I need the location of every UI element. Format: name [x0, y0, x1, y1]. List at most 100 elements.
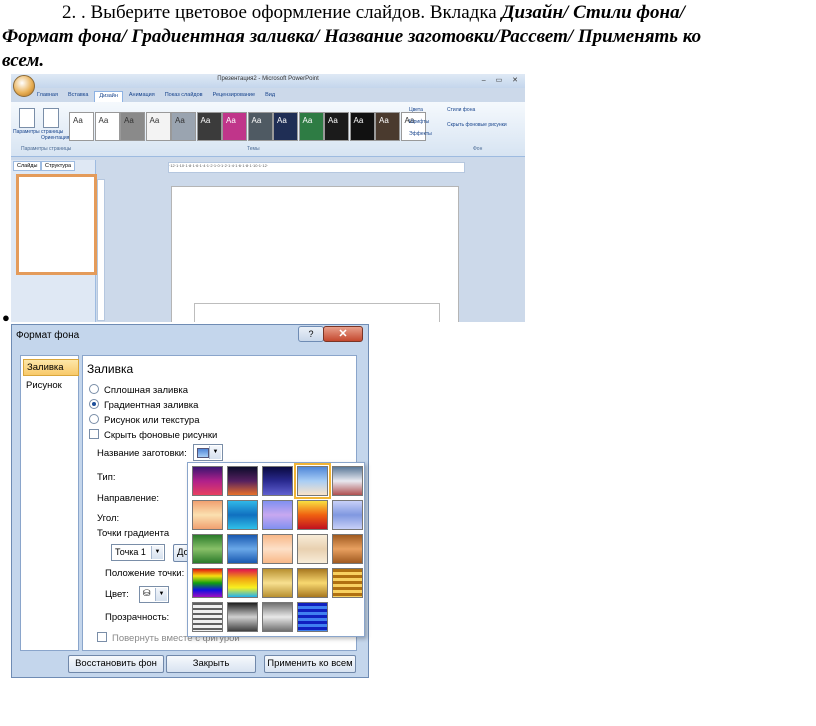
window-buttons[interactable]: – ▭ ✕ — [482, 76, 522, 84]
theme-thumbnail[interactable]: Aa — [375, 112, 400, 141]
theme-thumbnail[interactable]: Aa — [94, 112, 120, 141]
color-picker[interactable]: ⛁ ▼ — [139, 586, 169, 603]
page-setup-button[interactable] — [19, 108, 35, 128]
preset-swatch[interactable] — [227, 568, 258, 598]
preset-swatch[interactable] — [262, 568, 293, 598]
stop-select[interactable]: Точка 1 ▼ — [111, 544, 165, 561]
section-title: Заливка — [87, 362, 134, 376]
instruction-path-2: Формат фона/ Градиентная заливка/ Назван… — [2, 26, 702, 47]
tab-slideshow[interactable]: Показ слайдов — [161, 91, 207, 102]
theme-thumbnail[interactable]: Aa — [69, 112, 94, 141]
group-page-setup: Параметры страницы — [21, 146, 72, 152]
color-label: Цвет: — [105, 589, 129, 600]
theme-thumbnail[interactable]: Aa — [273, 112, 298, 141]
ribbon: Параметры страницы Ориентация слайда Aa A… — [11, 102, 525, 157]
bullet: ● — [2, 310, 10, 325]
checkbox-icon — [89, 429, 99, 439]
text-placeholder[interactable] — [194, 303, 440, 322]
preset-swatch[interactable] — [297, 568, 328, 598]
preset-swatch[interactable] — [294, 463, 331, 499]
group-background: Фон — [473, 146, 483, 152]
radio-gradient-fill[interactable]: Градиентная заливка — [89, 399, 198, 411]
radio-selected-icon — [89, 399, 99, 409]
tab-outline[interactable]: Структура — [41, 161, 76, 171]
theme-thumbnail[interactable]: Aa — [298, 112, 324, 141]
hide-background-checkbox[interactable]: Скрыть фоновые рисунки — [447, 122, 507, 128]
preset-swatch[interactable] — [332, 500, 363, 530]
tab-insert[interactable]: Вставка — [64, 91, 92, 102]
preset-dropdown[interactable]: ▼ — [193, 444, 223, 461]
preset-swatch[interactable] — [227, 602, 258, 632]
preset-swatch-icon — [197, 448, 209, 458]
office-button[interactable] — [13, 75, 35, 97]
colors-button[interactable]: Цвета — [409, 107, 423, 113]
slide-thumbnail[interactable] — [16, 174, 97, 275]
preset-swatch[interactable] — [262, 602, 293, 632]
title-bar: Презентация2 - Microsoft PowerPoint – ▭ … — [11, 74, 525, 88]
reset-background-button[interactable]: Восстановить фон — [68, 655, 164, 673]
preset-swatch[interactable] — [262, 466, 293, 496]
hide-background-checkbox[interactable]: Скрыть фоновые рисунки — [89, 429, 217, 441]
preset-swatch[interactable] — [332, 568, 363, 598]
preset-swatch[interactable] — [192, 466, 223, 496]
effects-button[interactable]: Эффекты — [409, 131, 432, 137]
tab-review[interactable]: Рецензирование — [209, 91, 259, 102]
radio-icon — [89, 384, 99, 394]
tab-design[interactable]: Дизайн — [94, 91, 123, 102]
group-themes: Темы — [247, 146, 260, 152]
nav-picture[interactable]: Рисунок — [23, 378, 77, 393]
fonts-button[interactable]: Шрифты — [409, 119, 429, 125]
slide-orientation-button[interactable] — [43, 108, 59, 128]
tab-animation[interactable]: Анимация — [125, 91, 159, 102]
transparency-label: Прозрачность: — [105, 612, 170, 623]
preset-swatch[interactable] — [297, 602, 328, 632]
ribbon-tabs: Главная Вставка Дизайн Анимация Показ сл… — [33, 91, 279, 102]
preset-swatch[interactable] — [192, 602, 223, 632]
preset-swatch[interactable] — [227, 466, 258, 496]
instruction-line-1: 2. . Выберите цветовое оформление слайдо… — [62, 2, 685, 24]
theme-thumbnail[interactable]: Aa — [145, 112, 171, 141]
type-label: Тип: — [97, 472, 116, 483]
background-styles-button[interactable]: Стили фона — [447, 107, 475, 113]
gradient-stops-label: Точки градиента — [97, 528, 170, 539]
preset-swatch[interactable] — [297, 534, 328, 564]
horizontal-ruler: ·12·1·10·1·8·1·6·1·4·1·2·1·0·1·2·1·4·1·6… — [168, 162, 465, 173]
instruction-path-1: Дизайн/ Стили фона/ — [501, 2, 685, 23]
powerpoint-screenshot: Презентация2 - Microsoft PowerPoint – ▭ … — [11, 74, 525, 322]
apply-to-all-button[interactable]: Применить ко всем — [264, 655, 356, 673]
radio-solid-fill[interactable]: Сплошная заливка — [89, 384, 188, 396]
preset-swatch[interactable] — [262, 534, 293, 564]
preset-swatch[interactable] — [227, 534, 258, 564]
tab-slides[interactable]: Слайды — [13, 161, 42, 171]
tab-view[interactable]: Вид — [261, 91, 279, 102]
theme-thumbnail[interactable]: Aa — [247, 112, 273, 141]
preset-swatch[interactable] — [192, 568, 223, 598]
theme-thumbnail[interactable]: Aa — [171, 112, 196, 141]
preset-swatch[interactable] — [192, 500, 223, 530]
instruction-path-3: всем. — [2, 50, 45, 71]
preset-swatch[interactable] — [227, 500, 258, 530]
slide-canvas[interactable] — [171, 186, 459, 322]
chevron-down-icon: ▼ — [151, 546, 163, 559]
preset-swatch[interactable] — [332, 534, 363, 564]
instruction-text: . Выберите цветовое оформление слайдов. … — [81, 2, 497, 23]
vertical-ruler — [97, 179, 105, 321]
preset-gallery — [187, 462, 365, 637]
preset-swatch[interactable] — [332, 466, 363, 496]
theme-thumbnail[interactable]: Aa — [120, 112, 145, 141]
close-button[interactable]: Закрыть — [166, 655, 256, 673]
theme-thumbnail[interactable]: Aa — [196, 112, 222, 141]
nav-fill[interactable]: Заливка — [23, 359, 79, 376]
chevron-down-icon: ▼ — [209, 446, 221, 459]
checkbox-icon — [97, 632, 107, 642]
preset-swatch[interactable] — [192, 534, 223, 564]
theme-thumbnail[interactable]: Aa — [324, 112, 349, 141]
tab-home[interactable]: Главная — [33, 91, 62, 102]
close-icon[interactable]: ✕ — [323, 326, 363, 342]
preset-swatch[interactable] — [262, 500, 293, 530]
help-button[interactable]: ? — [298, 326, 324, 342]
theme-thumbnail[interactable]: Aa — [349, 112, 375, 141]
radio-picture-fill[interactable]: Рисунок или текстура — [89, 414, 199, 426]
preset-swatch[interactable] — [297, 500, 328, 530]
theme-thumbnail[interactable]: Aa — [222, 112, 247, 141]
